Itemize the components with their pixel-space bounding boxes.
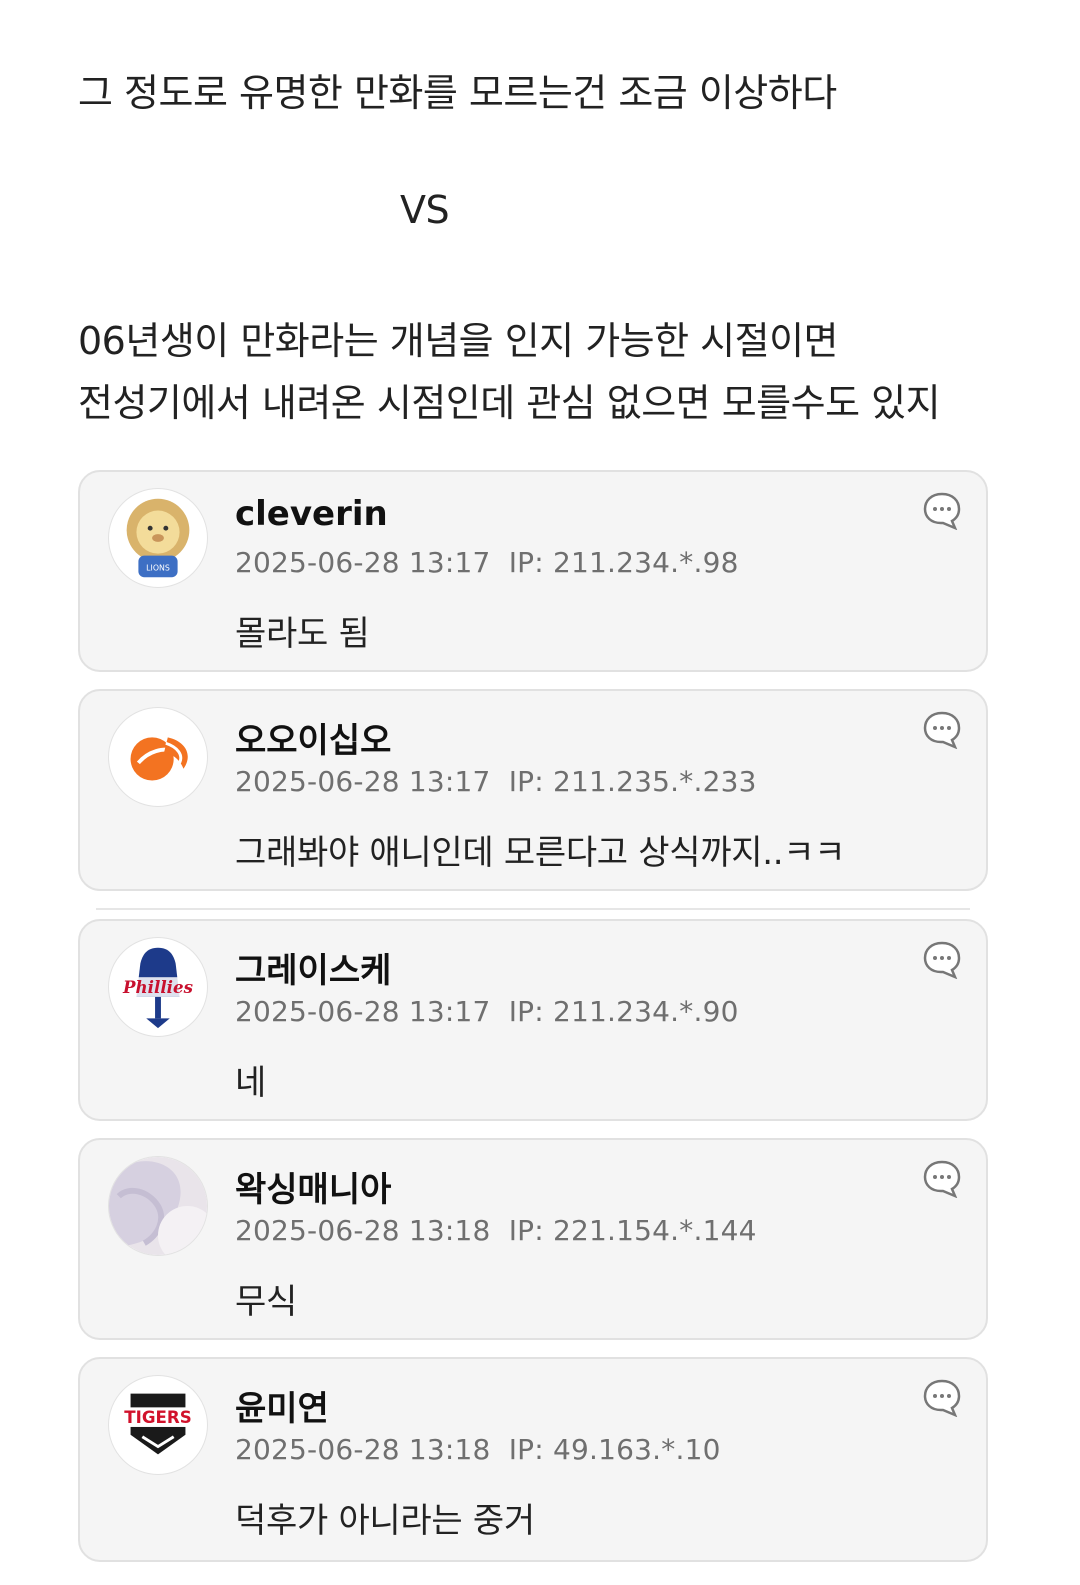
comment-ip: IP: 211.234.*.90 bbox=[508, 995, 739, 1028]
comment-nickname[interactable]: 그레이스케 bbox=[235, 943, 391, 992]
comment-date: 2025-06-28 13:18 bbox=[235, 1214, 491, 1247]
comment-card: TIGERS 윤미연 2025-06-28 13:18 IP: 49.163.*… bbox=[78, 1357, 988, 1562]
comment-nickname[interactable]: 왁싱매니아 bbox=[235, 1162, 391, 1211]
comment-card: 오오이십오 2025-06-28 13:17 IP: 211.235.*.233… bbox=[78, 689, 988, 891]
comment-nickname[interactable]: 윤미연 bbox=[235, 1381, 329, 1430]
svg-text:LIONS: LIONS bbox=[146, 563, 170, 572]
comment-date: 2025-06-28 13:17 bbox=[235, 546, 491, 579]
comment-meta: 2025-06-28 13:17 IP: 211.235.*.233 bbox=[235, 765, 757, 798]
tigers-logo-icon[interactable]: TIGERS bbox=[108, 1375, 208, 1475]
comment-text: 덕후가 아니라는 중거 bbox=[235, 1501, 535, 1541]
comment-ip: IP: 211.235.*.233 bbox=[508, 765, 757, 798]
reply-bubble-icon[interactable] bbox=[922, 1158, 962, 1198]
comment-card: 왁싱매니아 2025-06-28 13:18 IP: 221.154.*.144… bbox=[78, 1138, 988, 1340]
tigers-logo-text: TIGERS bbox=[124, 1408, 191, 1427]
comment-date: 2025-06-28 13:18 bbox=[235, 1433, 491, 1466]
reply-bubble-icon[interactable] bbox=[922, 939, 962, 979]
phillies-logo-icon[interactable]: Phillies bbox=[108, 937, 208, 1037]
reply-bubble-icon[interactable] bbox=[922, 709, 962, 749]
comment-text: 네 bbox=[235, 1063, 266, 1103]
comment-nickname[interactable]: 오오이십오 bbox=[235, 713, 391, 762]
post-text-line: 전성기에서 내려온 시점인데 관심 없으면 모를수도 있지 bbox=[78, 381, 941, 425]
reply-bubble-icon[interactable] bbox=[922, 1377, 962, 1417]
comment-card: Phillies 그레이스케 2025-06-28 13:17 IP: 211.… bbox=[78, 919, 988, 1121]
comment-date: 2025-06-28 13:17 bbox=[235, 765, 491, 798]
lion-mascot-icon[interactable]: LIONS bbox=[108, 488, 208, 588]
post-vs-text: VS bbox=[400, 188, 450, 232]
comment-ip: IP: 221.154.*.144 bbox=[508, 1214, 757, 1247]
comment-meta: 2025-06-28 13:17 IP: 211.234.*.90 bbox=[235, 995, 739, 1028]
post-text-line: 그 정도로 유명한 만화를 모르는건 조금 이상하다 bbox=[78, 71, 837, 115]
comment-date: 2025-06-28 13:17 bbox=[235, 995, 491, 1028]
comment-card: LIONS cleverin 2025-06-28 13:17 IP: 211.… bbox=[78, 470, 988, 672]
eagles-logo-icon[interactable] bbox=[108, 707, 208, 807]
comment-text: 무식 bbox=[235, 1282, 297, 1322]
photo-avatar-icon[interactable] bbox=[108, 1156, 208, 1256]
comment-meta: 2025-06-28 13:17 IP: 211.234.*.98 bbox=[235, 546, 739, 579]
post-text-line: 06년생이 만화라는 개념을 인지 가능한 시절이면 bbox=[78, 319, 839, 363]
comment-ip: IP: 49.163.*.10 bbox=[508, 1433, 721, 1466]
reply-bubble-icon[interactable] bbox=[922, 490, 962, 530]
comment-text: 몰라도 됨 bbox=[235, 614, 370, 654]
comment-ip: IP: 211.234.*.98 bbox=[508, 546, 739, 579]
svg-text:Phillies: Phillies bbox=[122, 977, 194, 997]
comment-meta: 2025-06-28 13:18 IP: 49.163.*.10 bbox=[235, 1433, 721, 1466]
comment-nickname[interactable]: cleverin bbox=[235, 494, 388, 534]
comment-meta: 2025-06-28 13:18 IP: 221.154.*.144 bbox=[235, 1214, 757, 1247]
comment-text: 그래봐야 애니인데 모른다고 상식까지..ㅋㅋ bbox=[235, 833, 846, 873]
divider bbox=[96, 908, 970, 910]
